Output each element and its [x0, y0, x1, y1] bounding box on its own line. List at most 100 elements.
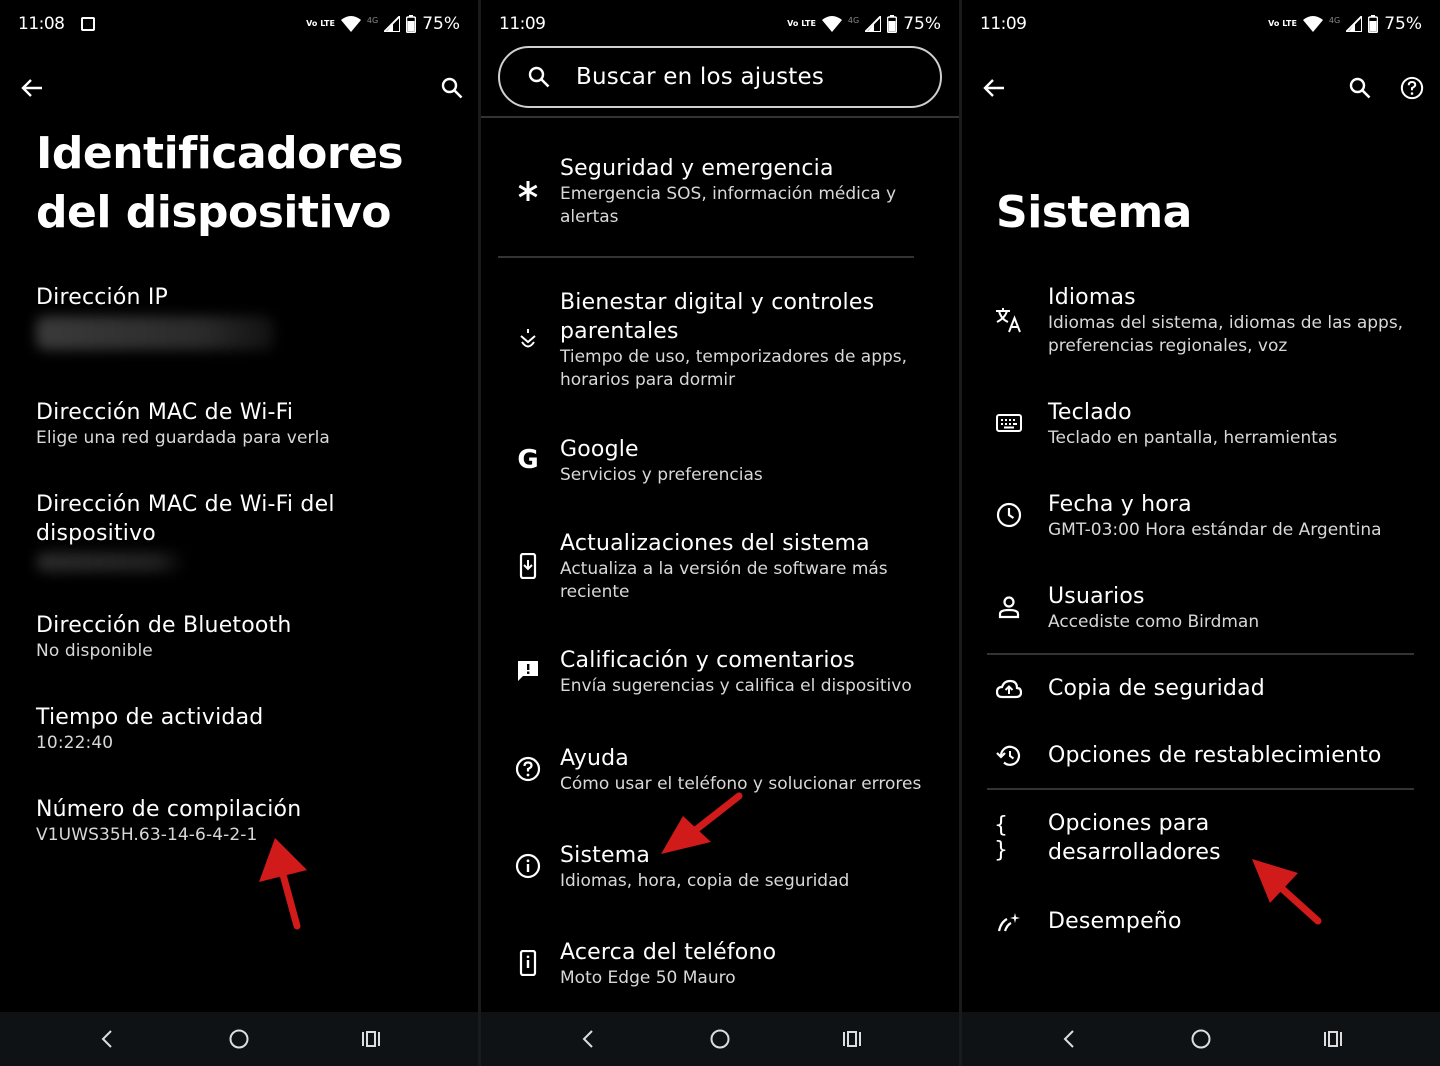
item-title: Teclado	[1048, 400, 1132, 425]
item-subtitle: Moto Edge 50 Mauro	[560, 968, 736, 988]
clock-icon	[994, 500, 1024, 530]
item-subtitle: Idiomas del sistema, idiomas de las apps…	[1048, 313, 1404, 356]
network-type-label: 4G	[366, 16, 379, 25]
item-title: Actualizaciones del sistema	[560, 531, 870, 556]
wifi-icon	[1302, 16, 1323, 32]
asterisk-icon	[513, 176, 543, 206]
help-icon	[513, 754, 543, 784]
battery-level: 75%	[903, 14, 941, 34]
item-title: Google	[560, 437, 639, 462]
back-arrow-icon[interactable]	[18, 74, 46, 102]
item-subtitle: Cómo usar el teléfono y solucionar error…	[560, 774, 922, 794]
red-arrow-icon	[1252, 859, 1322, 925]
cloud-backup-icon	[994, 674, 1024, 704]
back-arrow-icon[interactable]	[980, 74, 1008, 102]
navigation-bar	[962, 1012, 1440, 1066]
page-title-line-1: Identificadores	[36, 128, 404, 179]
panel-device-identifiers: 11:08 Vo LTE 4G 75% Identificadores del …	[0, 0, 478, 1066]
wifi-mac-item[interactable]: Dirección MAC de Wi-Fi Elige una red gua…	[36, 398, 458, 450]
person-icon	[994, 592, 1024, 622]
battery-icon	[406, 15, 417, 33]
navigation-bar	[481, 1012, 959, 1066]
divider	[987, 653, 1414, 655]
status-bar: 11:09 Vo LTE 4G 75%	[499, 12, 941, 36]
panel-settings-list: 11:09 Vo LTE 4G 75% Buscar en los ajuste…	[481, 0, 959, 1066]
battery-icon	[887, 15, 898, 33]
performance-icon	[994, 907, 1024, 937]
nav-home-icon[interactable]	[707, 1026, 733, 1052]
item-subtitle: Envía sugerencias y califica el disposit…	[560, 676, 912, 696]
battery-icon	[1368, 15, 1379, 33]
item-title: Opciones de restablecimiento	[1048, 743, 1382, 768]
system-update-icon	[513, 551, 543, 581]
signal-icon	[865, 16, 882, 32]
page-title: Sistema	[996, 187, 1192, 238]
item-title: Seguridad y emergencia	[560, 156, 834, 181]
item-title: Dirección MAC de Wi-Fi del dispositivo	[36, 492, 335, 546]
build-number-item[interactable]: Número de compilación V1UWS35H.63-14-6-4…	[36, 795, 458, 847]
signal-icon	[1346, 16, 1363, 32]
item-title: Opciones para desarrolladores	[1048, 811, 1221, 865]
status-time: 11:09	[980, 14, 1027, 34]
ip-address-item[interactable]: Dirección IP	[36, 283, 458, 350]
keyboard-icon	[994, 408, 1024, 438]
item-title: Dirección de Bluetooth	[36, 613, 292, 638]
item-title: Tiempo de actividad	[36, 705, 264, 730]
page-title: Identificadores del dispositivo	[36, 124, 404, 242]
signal-icon	[384, 16, 401, 32]
volte-icon: Vo LTE	[1268, 19, 1297, 28]
item-subtitle: Emergencia SOS, información médica y ale…	[560, 184, 897, 227]
item-title: Desempeño	[1048, 909, 1182, 934]
bluetooth-address-item[interactable]: Dirección de Bluetooth No disponible	[36, 611, 458, 663]
nav-home-icon[interactable]	[226, 1026, 252, 1052]
red-arrow-icon	[661, 792, 743, 854]
nav-recents-icon[interactable]	[839, 1026, 865, 1052]
redacted-value	[36, 316, 274, 350]
item-subtitle: No disponible	[36, 641, 153, 661]
nav-back-icon[interactable]	[575, 1026, 601, 1052]
item-subtitle: Accediste como Birdman	[1048, 612, 1260, 632]
network-type-label: 4G	[847, 16, 860, 25]
item-title: Ayuda	[560, 746, 629, 771]
nav-home-icon[interactable]	[1188, 1026, 1214, 1052]
battery-level: 75%	[1384, 14, 1422, 34]
restore-icon	[994, 741, 1024, 771]
uptime-item[interactable]: Tiempo de actividad 10:22:40	[36, 703, 458, 755]
feedback-icon	[513, 656, 543, 686]
nav-back-icon[interactable]	[1056, 1026, 1082, 1052]
phone-info-icon	[513, 948, 543, 978]
nav-recents-icon[interactable]	[358, 1026, 384, 1052]
status-bar: 11:09 Vo LTE 4G 75%	[980, 12, 1422, 36]
settings-search-bar[interactable]: Buscar en los ajustes	[498, 46, 942, 108]
status-bar: 11:08 Vo LTE 4G 75%	[18, 12, 460, 36]
redacted-value	[36, 552, 186, 572]
item-subtitle: V1UWS35H.63-14-6-4-2-1	[36, 825, 258, 845]
help-icon[interactable]	[1398, 74, 1426, 102]
item-subtitle: GMT-03:00 Hora estándar de Argentina	[1048, 520, 1382, 540]
search-icon	[528, 66, 550, 88]
item-subtitle: Actualiza a la versión de software más r…	[560, 559, 888, 602]
google-icon: G	[517, 445, 539, 475]
item-title: Número de compilación	[36, 797, 302, 822]
nav-recents-icon[interactable]	[1320, 1026, 1346, 1052]
info-icon	[513, 851, 543, 881]
item-title: Fecha y hora	[1048, 492, 1192, 517]
search-icon[interactable]	[438, 74, 466, 102]
nav-back-icon[interactable]	[94, 1026, 120, 1052]
red-arrow-icon	[259, 838, 307, 930]
item-title: Copia de seguridad	[1048, 676, 1265, 701]
panel-system: 11:09 Vo LTE 4G 75% Sistema Idiomas Idio…	[962, 0, 1440, 1066]
item-subtitle: Teclado en pantalla, herramientas	[1048, 428, 1338, 448]
item-subtitle: Servicios y preferencias	[560, 465, 763, 485]
device-wifi-mac-item[interactable]: Dirección MAC de Wi-Fi del dispositivo	[36, 490, 378, 572]
page-title-line-2: del dispositivo	[36, 187, 392, 238]
network-type-label: 4G	[1328, 16, 1341, 25]
divider	[481, 116, 959, 118]
wellbeing-icon	[513, 324, 543, 354]
divider	[987, 788, 1414, 790]
search-icon[interactable]	[1346, 74, 1374, 102]
volte-icon: Vo LTE	[787, 19, 816, 28]
item-title: Dirección MAC de Wi-Fi	[36, 400, 294, 425]
battery-level: 75%	[422, 14, 460, 34]
item-title: Dirección IP	[36, 285, 169, 310]
